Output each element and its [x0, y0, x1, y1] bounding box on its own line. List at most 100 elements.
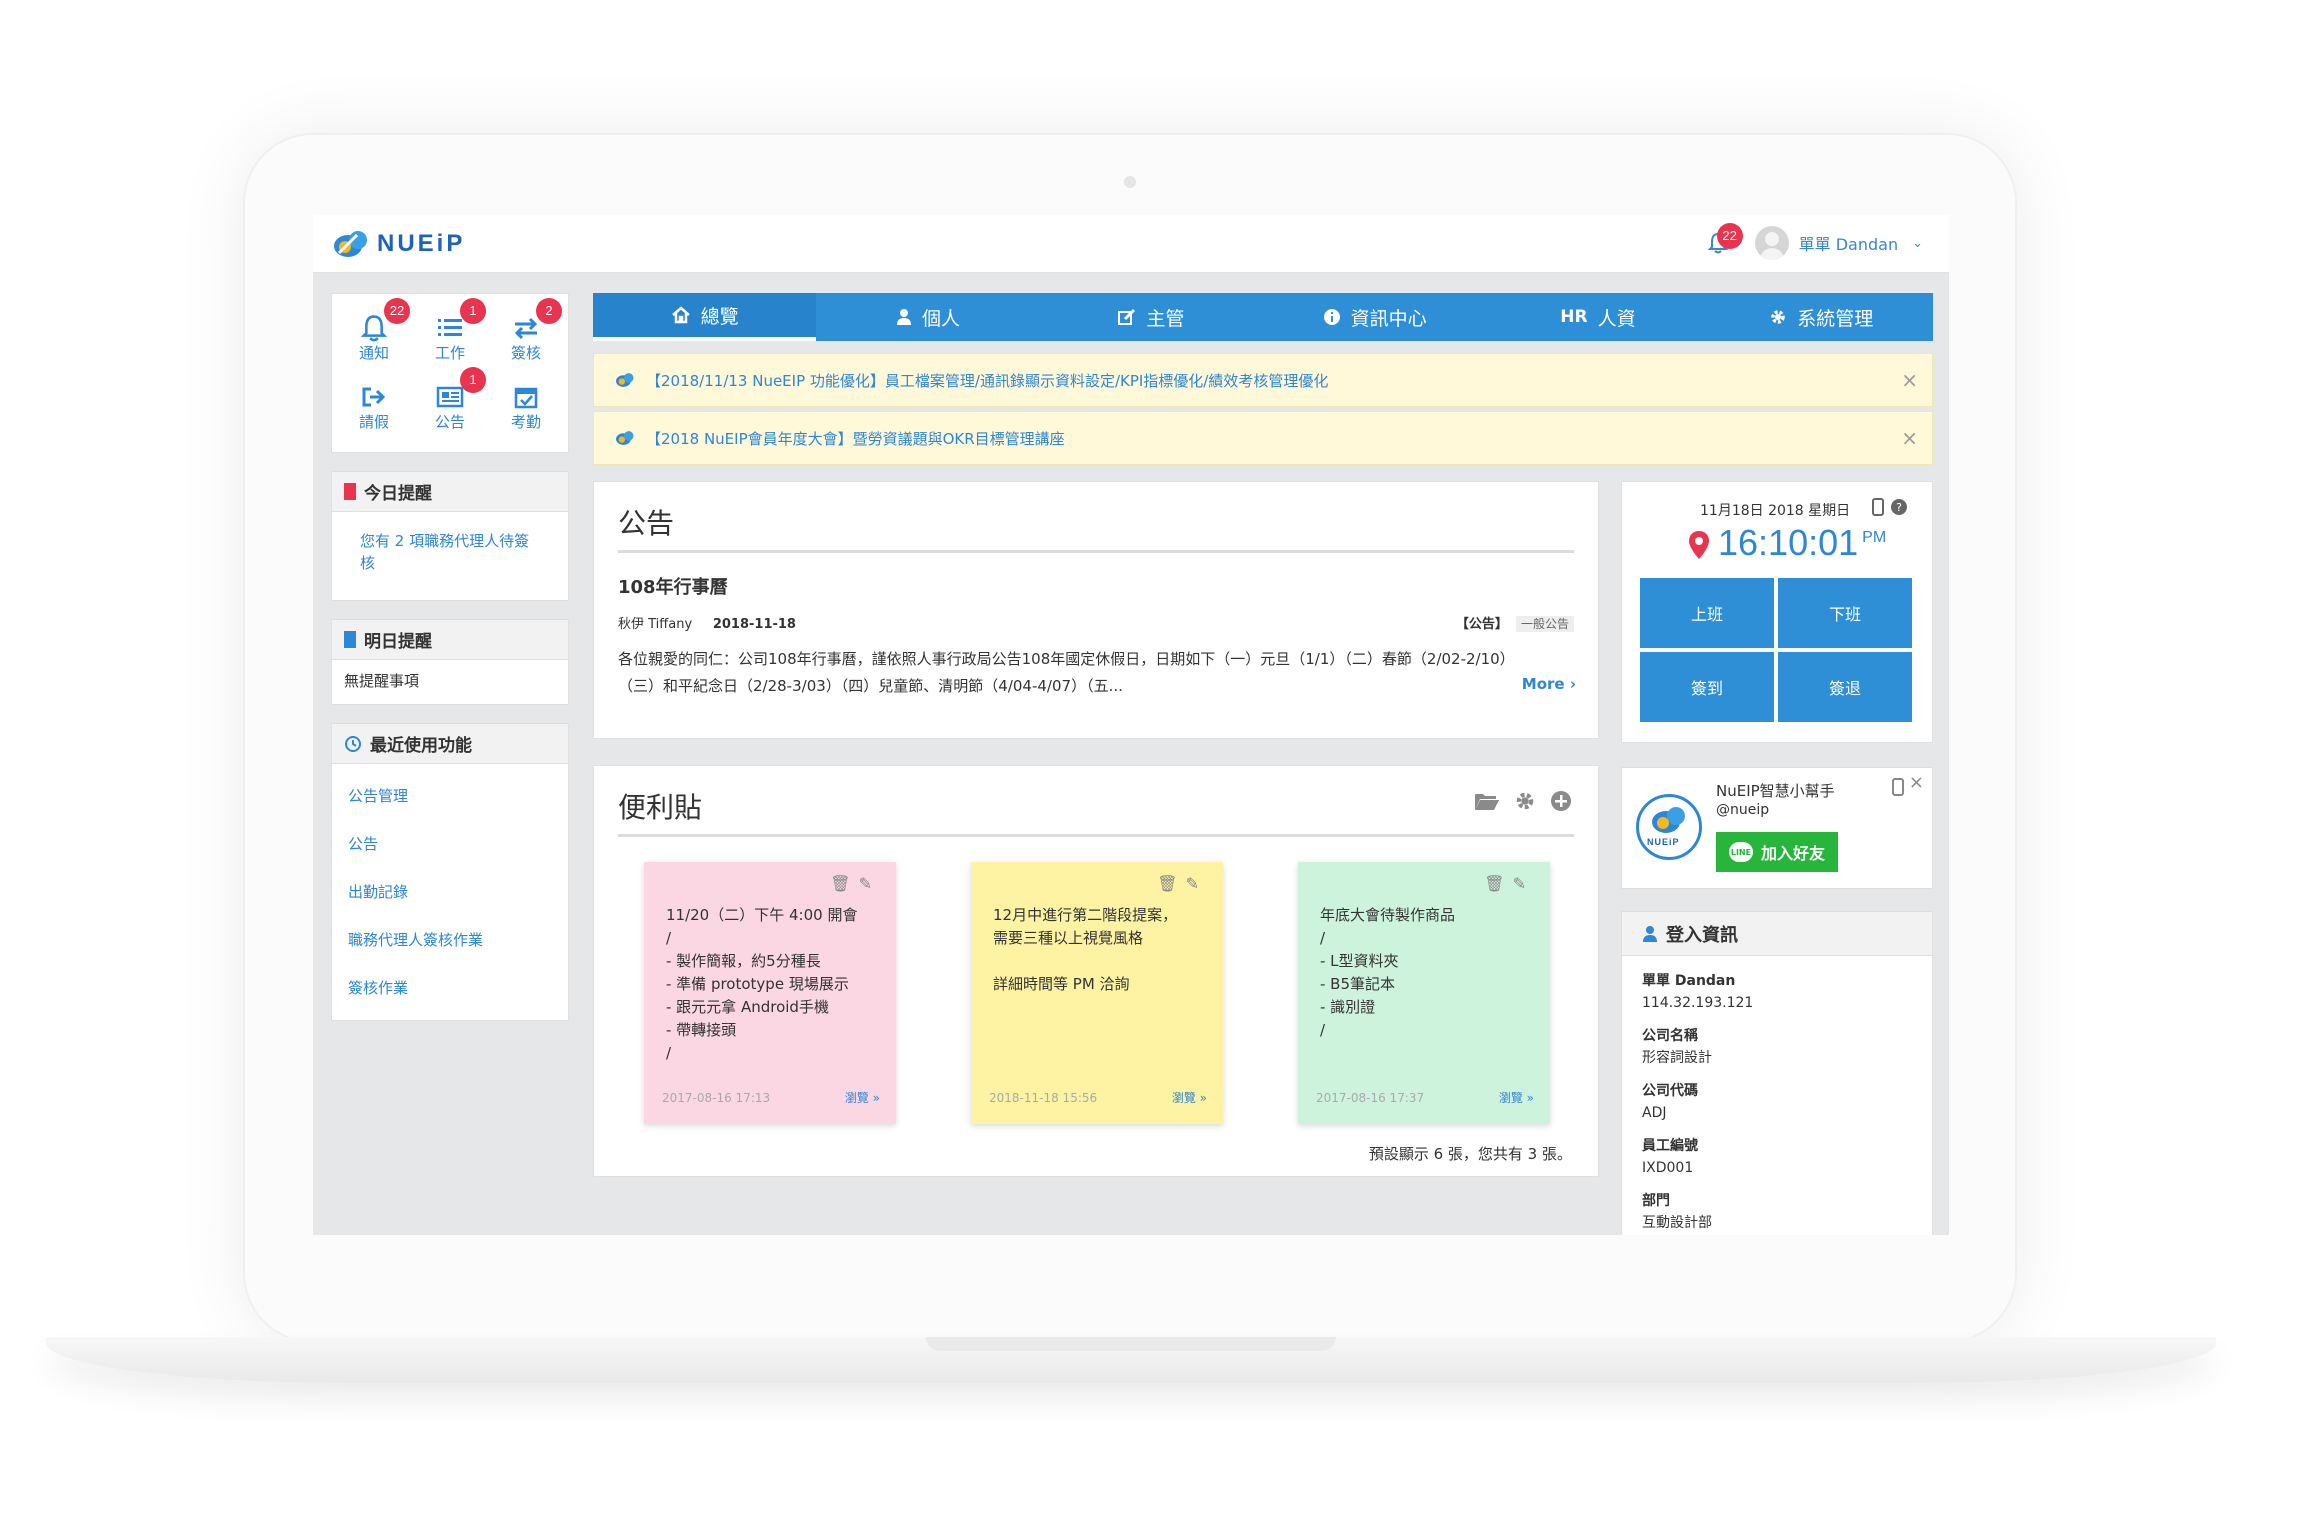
gear-icon[interactable]: [1514, 790, 1536, 812]
sticky-view-link[interactable]: 瀏覽 »: [1499, 1087, 1534, 1110]
shortcut-label: 簽核: [510, 344, 541, 362]
sticky-date: 2017-08-16 17:13: [662, 1091, 771, 1105]
field-value: 互動設計部: [1642, 1215, 1712, 1231]
close-icon[interactable]: ×: [1909, 772, 1924, 793]
trash-icon[interactable]: 🗑: [1157, 874, 1185, 893]
recent-item[interactable]: 簽核作業: [348, 964, 552, 1012]
login-info-header: 登入資訊: [1622, 912, 1932, 956]
gear-icon: [1771, 310, 1786, 324]
sticky-view-link[interactable]: 瀏覽 »: [1172, 1087, 1207, 1110]
shortcut-attendance[interactable]: 考勤: [488, 373, 564, 442]
folder-open-icon[interactable]: [1474, 790, 1500, 812]
today-reminder-title: 今日提醒: [364, 484, 432, 504]
shortcut-announcements[interactable]: 1 公告: [412, 367, 488, 442]
left-sidebar: 22 通知 1 工作 2 簽核 請假 1 公告 考勤 今日提醒 您有 2 項職務…: [331, 293, 569, 1021]
shortcut-notifications[interactable]: 22 通知: [336, 298, 412, 373]
tomorrow-reminder-text: 無提醒事項: [344, 672, 420, 690]
recent-item[interactable]: 職務代理人簽核作業: [348, 916, 552, 964]
chevron-down-icon[interactable]: ⌄: [1912, 236, 1923, 251]
edit-icon: [1118, 308, 1136, 325]
today-reminder-panel: 今日提醒 您有 2 項職務代理人待簽核: [331, 471, 569, 601]
sticky-toolbar: [1474, 790, 1572, 812]
tab-hr[interactable]: HR 人資: [1486, 293, 1709, 341]
recent-item[interactable]: 公告: [348, 820, 552, 868]
question-icon[interactable]: ?: [1890, 498, 1908, 516]
clock-icon: [345, 735, 361, 752]
pencil-icon[interactable]: ✎: [1513, 874, 1534, 893]
field-label: 員工編號: [1642, 1138, 1698, 1154]
announcement-tag: 【公告】: [1455, 617, 1508, 632]
field-label: 公司名稱: [1642, 1028, 1698, 1044]
more-link[interactable]: More ›: [1522, 675, 1576, 693]
alert-banner[interactable]: 【2018/11/13 NueEIP 功能優化】員工檔案管理/通訊錄顯示資料設定…: [593, 353, 1933, 407]
field-value: 形容詞設計: [1642, 1050, 1712, 1066]
login-info-title: 登入資訊: [1666, 924, 1738, 946]
sign-out-button[interactable]: 簽退: [1778, 652, 1912, 722]
brand-logo[interactable]: NUEiP: [331, 227, 465, 261]
alert-banner[interactable]: 【2018 NuEIP會員年度大會】暨勞資議題與OKR目標管理講座 ×: [593, 411, 1933, 465]
shortcut-badge: 1: [460, 298, 486, 324]
bell-icon: [361, 315, 387, 342]
pencil-icon[interactable]: ✎: [859, 874, 880, 893]
tab-label: 資訊中心: [1350, 307, 1427, 330]
sticky-text: 11/20（二）下午 4:00 開會 / - 製作簡報，約5分種長 - 準備 p…: [666, 906, 858, 1062]
recent-item[interactable]: 出勤記錄: [348, 868, 552, 916]
tab-label: 系統管理: [1797, 307, 1874, 330]
hr-icon: HR: [1560, 307, 1588, 327]
shortcut-label: 考勤: [510, 413, 541, 431]
shortcut-badge: 2: [536, 298, 562, 324]
sticky-section-title: 便利貼: [618, 791, 703, 824]
clock-date: 11月18日 2018 星期日: [1700, 503, 1851, 519]
tab-manager[interactable]: 主管: [1040, 293, 1263, 341]
shortcut-badge: 22: [384, 298, 410, 324]
plus-circle-icon[interactable]: [1550, 790, 1572, 812]
announcement-author: 秋伊 Tiffany: [618, 617, 693, 632]
clock-time: 16:10:01 PM: [1718, 522, 1886, 564]
trash-icon[interactable]: 🗑: [1484, 874, 1512, 893]
cloud-logo-icon: [616, 431, 634, 445]
sticky-date: 2018-11-18 15:56: [989, 1091, 1098, 1105]
close-icon[interactable]: ×: [1901, 368, 1918, 392]
tab-label: 主管: [1146, 307, 1185, 330]
notification-badge: 22: [1716, 223, 1743, 249]
main-nav: 總覽 個人 主管 資訊中心 HR 人資 系統管理: [593, 293, 1933, 341]
mobile-icon[interactable]: [1892, 778, 1904, 796]
app-screen: NUEiP 22 單單 Dandan ⌄ 22 通知 1 工作 2 簽核 請假 …: [313, 215, 1949, 1235]
notification-bell[interactable]: 22: [1703, 223, 1743, 261]
shortcut-approvals[interactable]: 2 簽核: [488, 298, 564, 373]
sticky-view-link[interactable]: 瀏覽 »: [845, 1087, 880, 1110]
recent-item[interactable]: 公告管理: [348, 772, 552, 820]
sticky-note[interactable]: 🗑✎ 11/20（二）下午 4:00 開會 / - 製作簡報，約5分種長 - 準…: [644, 862, 896, 1124]
trash-icon[interactable]: 🗑: [830, 874, 858, 893]
add-friend-label: 加入好友: [1760, 844, 1825, 863]
close-icon[interactable]: ×: [1901, 426, 1918, 450]
today-reminder-link[interactable]: 您有 2 項職務代理人待簽核: [360, 532, 529, 572]
alert-text: 【2018/11/13 NueEIP 功能優化】員工檔案管理/通訊錄顯示資料設定…: [646, 371, 1329, 390]
alert-text: 【2018 NuEIP會員年度大會】暨勞資議題與OKR目標管理講座: [646, 429, 1065, 448]
exchange-icon: [514, 317, 538, 340]
tab-info-center[interactable]: 資訊中心: [1263, 293, 1486, 341]
field-value: 114.32.193.121: [1642, 995, 1754, 1011]
tab-personal[interactable]: 個人: [816, 293, 1039, 341]
pencil-icon[interactable]: ✎: [1186, 874, 1207, 893]
svg-text:?: ?: [1896, 501, 1902, 514]
user-icon: [896, 309, 911, 325]
shortcut-leave[interactable]: 請假: [336, 373, 412, 442]
mobile-icon[interactable]: [1872, 498, 1884, 516]
divider: [618, 834, 1574, 837]
sticky-note[interactable]: 🗑✎ 12月中進行第二階段提案， 需要三種以上視覺風格 詳細時間等 PM 洽詢 …: [971, 862, 1223, 1124]
shortcut-tasks[interactable]: 1 工作: [412, 298, 488, 373]
tab-overview[interactable]: 總覽: [593, 293, 817, 341]
announcement-title[interactable]: 108年行事曆: [594, 553, 1598, 599]
add-friend-button[interactable]: LINE 加入好友: [1716, 832, 1838, 872]
sign-in-button[interactable]: 簽到: [1640, 652, 1774, 722]
avatar[interactable]: [1754, 226, 1789, 260]
clock-in-button[interactable]: 上班: [1640, 578, 1774, 648]
info-icon: [1323, 309, 1340, 325]
sticky-note[interactable]: 🗑✎ 年底大會待製作商品 / - L型資料夾 - B5筆記本 - 識別證 / 2…: [1298, 862, 1550, 1124]
clock-out-button[interactable]: 下班: [1778, 578, 1912, 648]
tab-system[interactable]: 系統管理: [1710, 293, 1933, 341]
tomorrow-reminder-header: 明日提醒: [332, 620, 568, 660]
user-name[interactable]: 單單 Dandan: [1799, 231, 1898, 255]
clock-time-value: 16:10:01: [1718, 522, 1859, 563]
